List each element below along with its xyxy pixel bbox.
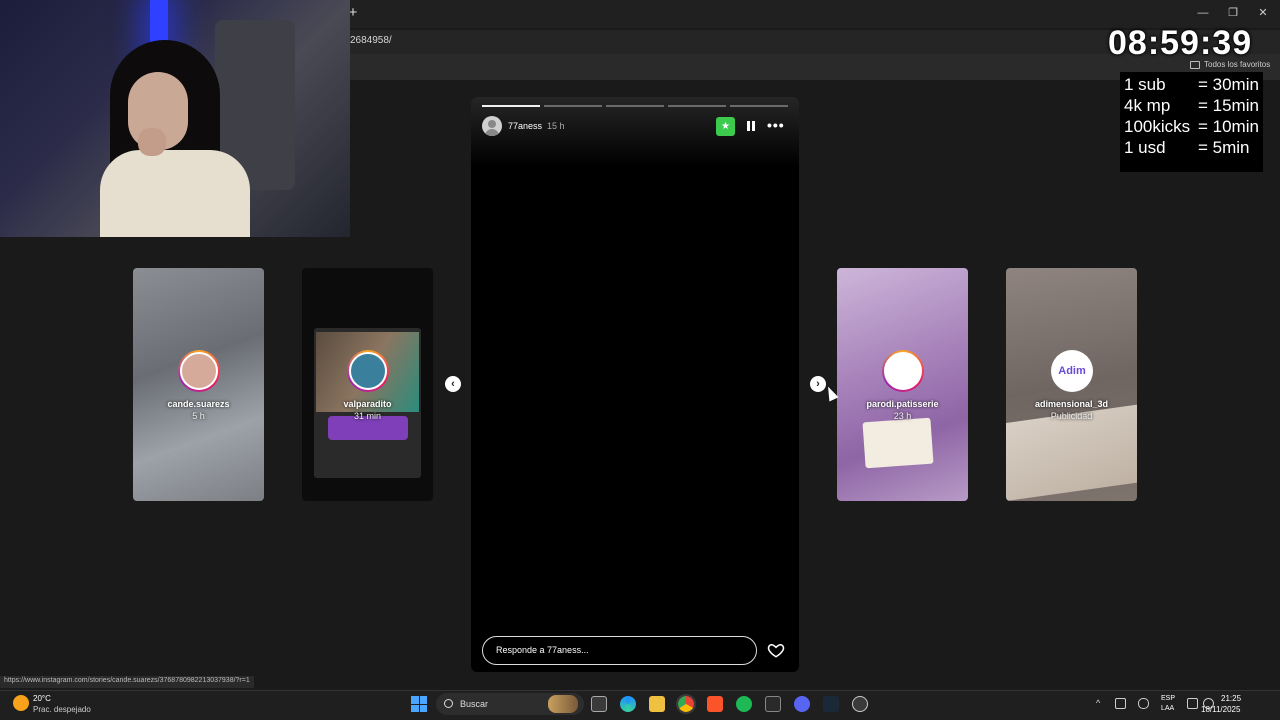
story-card-valparadito[interactable]: valparadito 31 min	[302, 268, 433, 501]
rule-row: 1 sub = 30min	[1124, 75, 1259, 94]
clock-date[interactable]: 18/11/2025	[1201, 705, 1240, 714]
webcam-overlay	[0, 0, 350, 237]
story-card-cande[interactable]: cande.suarezs 5 h	[133, 268, 264, 501]
avatar	[180, 352, 218, 390]
sync-icon[interactable]	[1115, 698, 1126, 709]
clock-time[interactable]: 21:25	[1221, 694, 1241, 703]
spotify-icon[interactable]	[736, 696, 752, 712]
network-icon[interactable]	[1187, 698, 1198, 709]
story-progress-segment	[544, 105, 602, 107]
prev-story-arrow-icon[interactable]: ‹	[445, 376, 461, 392]
story-card-time: 31 min	[353, 411, 381, 421]
file-explorer-icon[interactable]	[649, 696, 665, 712]
weather-sun-icon[interactable]	[13, 695, 29, 711]
story-card-adimensional[interactable]: Adim adimensional_3d Publicidad	[1006, 268, 1137, 501]
story-card-sponsored: Publicidad	[1050, 411, 1093, 421]
subathon-rules: 1 sub = 30min 4k mp = 15min 100kicks = 10mi…	[1120, 72, 1263, 172]
brave-icon[interactable]	[707, 696, 723, 712]
story-username[interactable]: 77aness	[508, 121, 542, 131]
microphone-icon[interactable]	[1138, 698, 1149, 709]
preview-label	[862, 417, 934, 469]
story-card-time: 5 h	[192, 411, 205, 421]
search-label: Buscar	[460, 699, 489, 709]
rule-row: 1 usd = 5min	[1124, 138, 1250, 157]
search-icon	[444, 699, 453, 708]
maximize-button[interactable]: ❐	[1223, 6, 1243, 20]
search-highlight-image	[548, 695, 578, 713]
brand-logo: Adim	[1051, 350, 1093, 392]
story-card-username: valparadito	[343, 399, 392, 409]
story-card-time: 23 h	[893, 411, 912, 421]
edge-browser-icon[interactable]	[620, 696, 636, 712]
epic-games-icon[interactable]	[765, 696, 781, 712]
rule-row: 100kicks = 10min	[1124, 117, 1259, 136]
close-window-button[interactable]: ✕	[1253, 6, 1273, 20]
story-viewer[interactable]: 77aness 15 h ★ ••• Responde a 77aness...	[471, 97, 799, 672]
app-icon[interactable]	[852, 696, 868, 712]
story-avatar-ring	[178, 350, 220, 392]
chrome-icon[interactable]	[676, 694, 696, 714]
reply-input[interactable]: Responde a 77aness...	[482, 636, 757, 665]
task-view-icon[interactable]	[591, 696, 607, 712]
story-user-avatar[interactable]	[482, 116, 502, 136]
story-avatar-ring	[347, 350, 389, 392]
windows-start-icon[interactable]	[411, 696, 427, 712]
close-friends-star-icon: ★	[716, 117, 735, 136]
heart-like-icon[interactable]	[767, 641, 785, 659]
story-card-username: cande.suarezs	[167, 399, 230, 409]
story-card-username: parodi.patisserie	[866, 399, 939, 409]
weather-temp[interactable]: 20°C	[33, 694, 51, 703]
status-bar-link: https://www.instagram.com/stories/cande.…	[0, 676, 254, 688]
story-avatar-ring	[882, 350, 924, 392]
story-progress-segment	[730, 105, 788, 107]
tray-overflow-icon[interactable]: ^	[1096, 698, 1100, 708]
subathon-timer: 08:59:39	[1108, 24, 1253, 62]
keyboard-layout[interactable]: LAA	[1161, 705, 1174, 712]
story-progress-segment	[482, 105, 540, 107]
avatar	[349, 352, 387, 390]
story-progress-segment	[668, 105, 726, 107]
story-card-parodi[interactable]: parodi.patisserie 23 h	[837, 268, 968, 501]
rule-row: 4k mp = 15min	[1124, 96, 1259, 115]
avatar	[884, 352, 922, 390]
person-hand	[138, 128, 166, 156]
more-options-icon[interactable]: •••	[767, 117, 785, 133]
pause-icon[interactable]	[745, 119, 757, 133]
story-time: 15 h	[547, 121, 565, 131]
language-indicator[interactable]: ESP	[1161, 695, 1175, 702]
discord-icon[interactable]	[794, 696, 810, 712]
story-card-username: adimensional_3d	[1034, 399, 1109, 409]
taskbar	[0, 690, 1280, 720]
story-progress-segment	[606, 105, 664, 107]
minimize-button[interactable]: —	[1193, 6, 1213, 20]
steam-icon[interactable]	[823, 696, 839, 712]
weather-desc[interactable]: Prac. despejado	[33, 705, 91, 714]
person-shirt	[100, 150, 250, 237]
url-text: 2684958/	[350, 35, 392, 46]
